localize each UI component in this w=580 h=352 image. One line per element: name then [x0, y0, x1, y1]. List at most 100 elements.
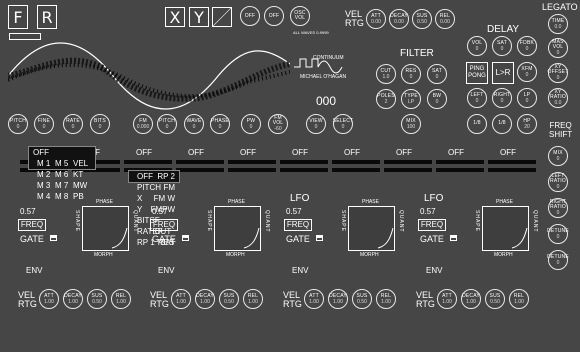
- env-knob-3-3[interactable]: REL 1.00: [509, 289, 529, 309]
- filter-knob-1[interactable]: RES 0: [401, 64, 421, 84]
- env-knob-3-1[interactable]: DECAY 1.00: [461, 289, 481, 309]
- menu1-item[interactable]: M 3: [37, 180, 55, 191]
- osc-knob-9[interactable]: FM VOL -60: [268, 114, 288, 134]
- ping-pong-button[interactable]: PING PONG: [466, 62, 488, 84]
- menu1-item[interactable]: M 8: [55, 191, 73, 202]
- delay-knob-5[interactable]: LP 0: [517, 88, 537, 108]
- menu1-item[interactable]: M 2: [37, 169, 55, 180]
- filter-knob-6[interactable]: MIX 100: [401, 114, 421, 134]
- env-knob-2-0[interactable]: ATT 1.00: [304, 289, 324, 309]
- mod-slider-7[interactable]: [384, 160, 432, 164]
- mod-slider-3[interactable]: [176, 160, 224, 164]
- mod-slider-2[interactable]: [124, 160, 172, 164]
- filter-knob-5[interactable]: BW 0: [427, 89, 447, 109]
- mod-slider-b-5[interactable]: [280, 168, 328, 172]
- lock-icon[interactable]: [50, 235, 57, 241]
- mod-off-label-7[interactable]: OFF: [396, 148, 412, 157]
- menu1-item[interactable]: PB: [73, 191, 91, 202]
- env-knob-0-0[interactable]: ATT 1.00: [39, 289, 59, 309]
- env-knob-1-2[interactable]: SUS 0.50: [219, 289, 239, 309]
- menu2-item[interactable]: FM W: [154, 193, 175, 204]
- right-knob-8[interactable]: DETUNE 0: [547, 250, 569, 270]
- right-knob-6[interactable]: RIGHT RATIO 0: [548, 198, 568, 218]
- osc-vol-knob[interactable]: OSC VOL: [290, 6, 310, 26]
- freq-button-3[interactable]: FREQ: [418, 219, 446, 231]
- mod-slider-b-4[interactable]: [228, 168, 276, 172]
- osc-knob-2[interactable]: RATE 0: [63, 114, 83, 134]
- osc-knob-4[interactable]: FM 0.000: [133, 114, 153, 134]
- env-knob-0-1[interactable]: DECAY 1.00: [63, 289, 83, 309]
- top-sus-knob[interactable]: SUS 0.50: [412, 9, 432, 29]
- filter-knob-2[interactable]: SAT 0: [427, 64, 447, 84]
- mod-off-label-8[interactable]: OFF: [448, 148, 464, 157]
- env-knob-3-0[interactable]: ATT 1.00: [437, 289, 457, 309]
- delay-knob-7[interactable]: 1/8: [492, 114, 512, 134]
- mod-slider-8[interactable]: [436, 160, 484, 164]
- env-knob-1-1[interactable]: DECAY 1.00: [195, 289, 215, 309]
- right-knob-4[interactable]: MIX 0: [548, 146, 568, 166]
- mod-slider-b-9[interactable]: [488, 168, 536, 172]
- freq-button-2[interactable]: FREQ: [284, 219, 312, 231]
- mod-slider-5[interactable]: [280, 160, 328, 164]
- top-decay-knob[interactable]: DECAY 0.00: [389, 9, 409, 29]
- waveform-display[interactable]: [8, 40, 290, 112]
- mod-dest-menu[interactable]: OFF RP 2 PITCH FM X FM W Y FMPW BITS F CUT RATE F R…: [128, 170, 180, 247]
- osc-knob-0[interactable]: PITCH 0: [8, 114, 28, 134]
- mod-slider-b-7[interactable]: [384, 168, 432, 172]
- right-knob-1[interactable]: MAS VOL 0: [548, 38, 568, 58]
- xfm-knob[interactable]: XFM 0: [517, 62, 537, 82]
- menu1-item[interactable]: MW: [73, 180, 91, 191]
- lock-icon[interactable]: [450, 235, 457, 241]
- osc-knob-1[interactable]: FINE 0: [34, 114, 54, 134]
- env-knob-3-2[interactable]: SUS 0.50: [485, 289, 505, 309]
- f-button[interactable]: F: [8, 5, 28, 29]
- top-att-knob[interactable]: ATT 0.00: [366, 9, 386, 29]
- menu2-item[interactable]: X: [137, 193, 142, 204]
- wave-range-slot[interactable]: [9, 33, 41, 40]
- lock-icon[interactable]: [316, 235, 323, 241]
- env-knob-2-1[interactable]: DECAY 1.00: [328, 289, 348, 309]
- osc-knob-5[interactable]: PITCH 0: [157, 114, 177, 134]
- delay-knob-4[interactable]: RIGHT 0: [492, 88, 512, 108]
- osc-knob-7[interactable]: PHASE 0: [210, 114, 230, 134]
- mod-off-label-6[interactable]: OFF: [344, 148, 360, 157]
- delay-knob-6[interactable]: 1/8: [467, 114, 487, 134]
- delay-knob-1[interactable]: SAT 0: [492, 36, 512, 56]
- menu-item-off[interactable]: OFF: [29, 147, 95, 158]
- top-rel-knob[interactable]: REL 0.00: [435, 9, 455, 29]
- mod-slider-b-3[interactable]: [176, 168, 224, 172]
- env-knob-1-3[interactable]: REL 1.00: [243, 289, 263, 309]
- osc-knob-10[interactable]: VIEW 0: [306, 114, 326, 134]
- lr-button[interactable]: L>R: [492, 62, 514, 84]
- mod-off-label-9[interactable]: OFF: [500, 148, 516, 157]
- r-button[interactable]: R: [37, 5, 57, 29]
- menu1-item[interactable]: M 4: [37, 191, 55, 202]
- mod-off-label-4[interactable]: OFF: [240, 148, 256, 157]
- mod-off-label-2[interactable]: OFF: [136, 148, 152, 157]
- x-button[interactable]: X: [165, 7, 185, 27]
- menu2-item[interactable]: RP 2: [157, 171, 175, 182]
- menu2-item[interactable]: OFF: [137, 171, 153, 182]
- env-knob-1-0[interactable]: ATT 1.00: [171, 289, 191, 309]
- menu1-item[interactable]: M 6: [55, 169, 73, 180]
- menu2-item[interactable]: PITCH: [137, 182, 161, 193]
- menu1-item[interactable]: M 7: [55, 180, 73, 191]
- menu1-item[interactable]: M 1: [37, 158, 55, 169]
- filter-knob-4[interactable]: TYPE LP: [401, 89, 421, 109]
- mod-slider-b-6[interactable]: [332, 168, 380, 172]
- mod-source-menu[interactable]: OFF M 1M 5 VEL M 2M 6 KT M 3M 7 MW M 4M 8 PB: [28, 146, 96, 201]
- right-knob-2[interactable]: XY OFFSET 0: [548, 63, 568, 83]
- toggle-off-2[interactable]: OFF: [264, 6, 284, 26]
- freq-button-1[interactable]: FREQ: [150, 219, 178, 231]
- menu1-item[interactable]: KT: [73, 169, 91, 180]
- menu1-item[interactable]: VEL: [73, 158, 91, 169]
- slope-toggle[interactable]: [212, 7, 232, 27]
- osc-knob-8[interactable]: PW 0: [241, 114, 261, 134]
- menu1-item[interactable]: M 5: [55, 158, 73, 169]
- mod-slider-9[interactable]: [488, 160, 536, 164]
- filter-knob-0[interactable]: CUT 1.0: [376, 64, 396, 84]
- delay-knob-3[interactable]: LEFT 0: [467, 88, 487, 108]
- osc-knob-11[interactable]: SELECT 0: [333, 114, 353, 134]
- menu2-item[interactable]: FM: [163, 182, 175, 193]
- mod-off-label-3[interactable]: OFF: [188, 148, 204, 157]
